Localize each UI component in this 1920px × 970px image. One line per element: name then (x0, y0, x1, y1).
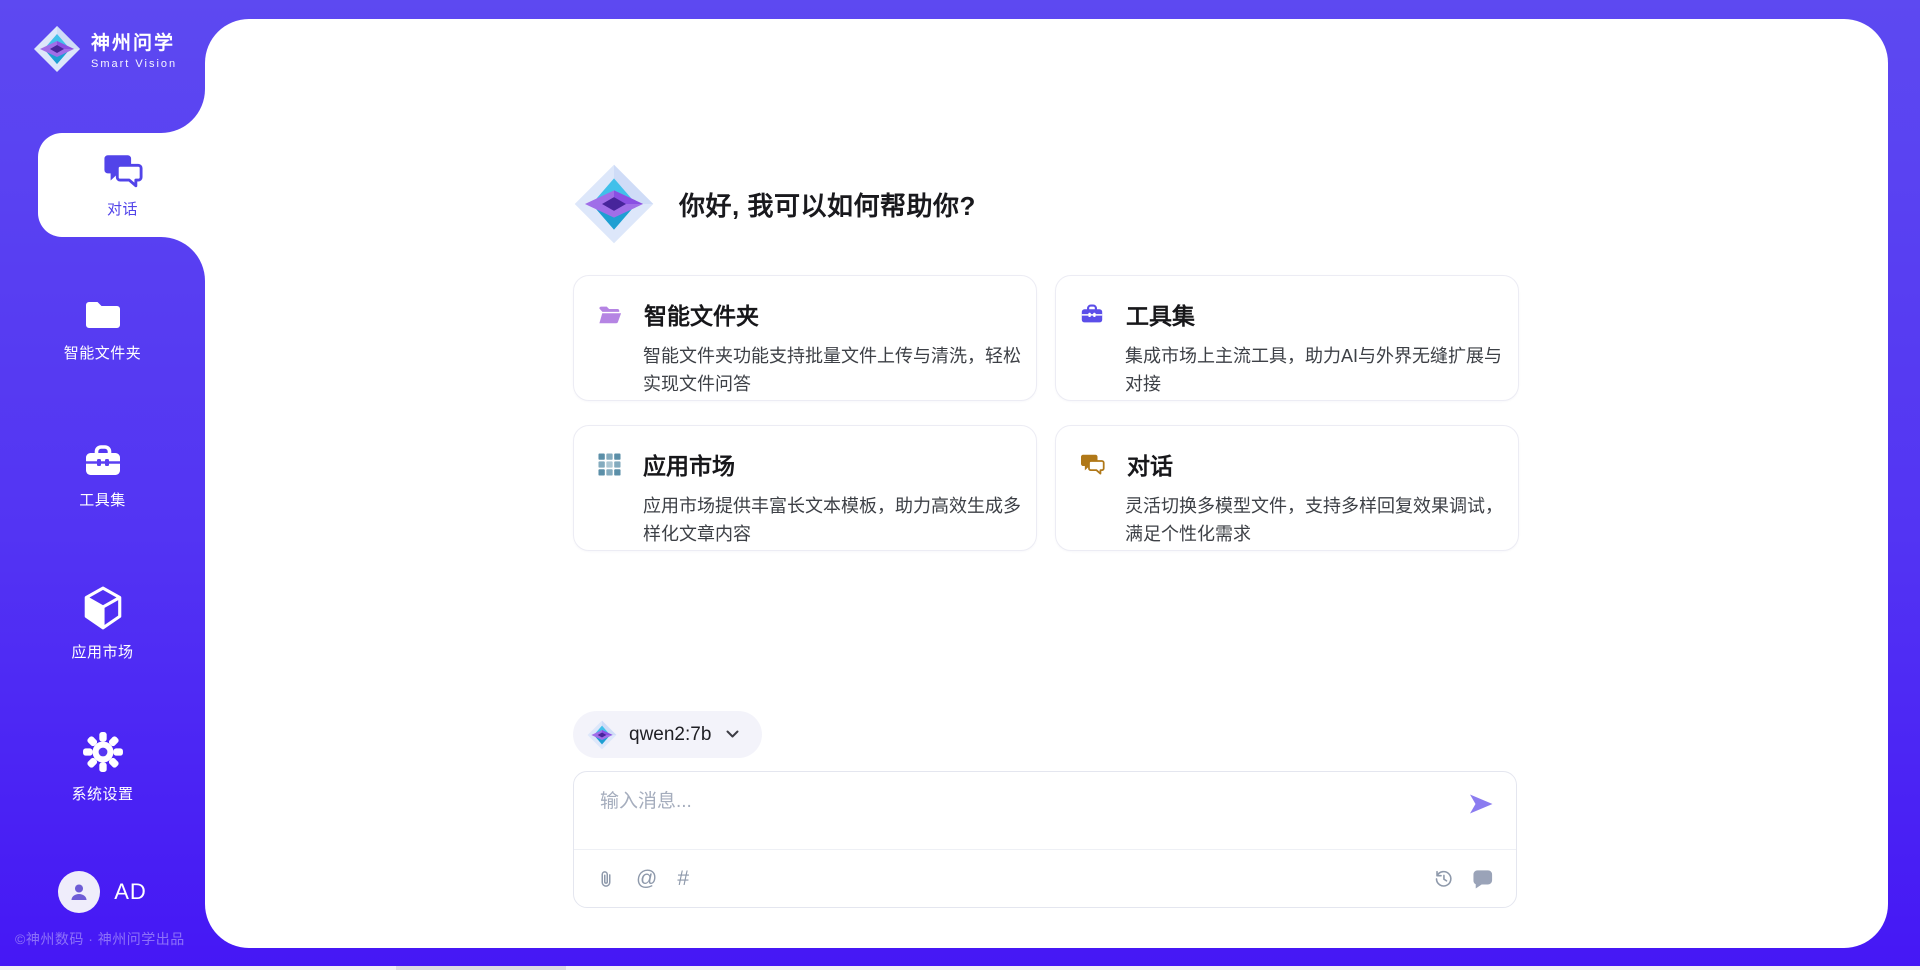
card-description: 应用市场提供丰富长文本模板，助力高效生成多 样化文章内容 (643, 492, 1039, 548)
model-selector[interactable]: qwen2:7b (573, 711, 762, 758)
user-profile[interactable]: AD (0, 871, 205, 913)
greeting: 你好, 我可以如何帮助你? (573, 163, 976, 245)
sidebar-item-label: 对话 (107, 198, 138, 219)
sidebar-item-label: 工具集 (79, 489, 126, 510)
card-title: 智能文件夹 (644, 297, 759, 331)
card-title: 工具集 (1126, 297, 1195, 331)
card-smart-folder[interactable]: 智能文件夹 智能文件夹功能支持批量文件上传与清洗，轻松 实现文件问答 (573, 275, 1037, 401)
card-description-line: 应用市场提供丰富长文本模板，助力高效生成多 (643, 492, 1039, 520)
hashtag-icon[interactable]: # (677, 868, 689, 889)
card-head: 应用市场 (598, 447, 1026, 481)
composer-toolbar: @ # (574, 849, 1516, 907)
card-chat[interactable]: 对话 灵活切换多模型文件，支持多样回复效果调试， 满足个性化需求 (1055, 425, 1519, 551)
active-tab-fillet-bottom (161, 237, 205, 281)
chat-bubbles-icon (1080, 453, 1105, 476)
card-app-market[interactable]: 应用市场 应用市场提供丰富长文本模板，助力高效生成多 样化文章内容 (573, 425, 1037, 551)
sidebar-item-smart-folder[interactable]: 智能文件夹 (0, 298, 205, 363)
grid-icon (598, 453, 621, 476)
attachment-icon[interactable] (596, 868, 616, 890)
brand-subtitle: Smart Vision (91, 58, 177, 70)
card-description-line: 灵活切换多模型文件，支持多样回复效果调试， (1125, 492, 1521, 520)
card-description-line: 对接 (1125, 370, 1521, 398)
cube-icon (82, 585, 124, 631)
sidebar-item-label: 系统设置 (71, 783, 133, 804)
brand: 神州问学 Smart Vision (33, 25, 177, 73)
card-description: 智能文件夹功能支持批量文件上传与清洗，轻松 实现文件问答 (643, 342, 1039, 398)
card-toolset[interactable]: 工具集 集成市场上主流工具，助力AI与外界无缝扩展与 对接 (1055, 275, 1519, 401)
card-description: 灵活切换多模型文件，支持多样回复效果调试， 满足个性化需求 (1125, 492, 1521, 548)
card-description-line: 集成市场上主流工具，助力AI与外界无缝扩展与 (1125, 342, 1521, 370)
card-description-line: 样化文章内容 (643, 520, 1039, 548)
brand-logo-icon (33, 25, 81, 73)
bottom-scrollbar-track[interactable] (0, 966, 1920, 970)
mention-icon[interactable]: @ (636, 868, 657, 889)
sidebar-item-chat[interactable]: 对话 (38, 133, 207, 237)
chat-bubbles-icon (103, 152, 143, 190)
sidebar: 神州问学 Smart Vision 对话 智能文件夹 工具集 (0, 0, 205, 970)
app-logo-icon (573, 163, 655, 245)
toolbox-icon (1080, 303, 1104, 325)
greeting-title: 你好, 我可以如何帮助你? (679, 186, 976, 223)
brand-text: 神州问学 Smart Vision (91, 28, 177, 70)
feature-cards: 智能文件夹 智能文件夹功能支持批量文件上传与清洗，轻松 实现文件问答 工具集 集… (573, 275, 1519, 551)
message-input[interactable] (598, 785, 1422, 819)
model-name: qwen2:7b (629, 724, 711, 746)
card-title: 对话 (1127, 447, 1173, 481)
send-icon[interactable] (1468, 792, 1494, 816)
gear-icon (82, 731, 124, 773)
card-head: 智能文件夹 (598, 297, 1026, 331)
folder-open-icon (598, 304, 622, 325)
avatar (58, 871, 100, 913)
history-icon[interactable] (1433, 868, 1454, 889)
message-composer: @ # (573, 771, 1517, 908)
sidebar-item-settings[interactable]: 系统设置 (0, 731, 205, 804)
card-head: 对话 (1080, 447, 1508, 481)
sidebar-item-label: 应用市场 (71, 641, 133, 662)
card-description-line: 实现文件问答 (643, 370, 1039, 398)
active-tab-fillet-top (161, 89, 205, 133)
chevron-down-icon (725, 730, 740, 739)
card-description-line: 智能文件夹功能支持批量文件上传与清洗，轻松 (643, 342, 1039, 370)
person-icon (67, 880, 91, 904)
sidebar-item-label: 智能文件夹 (64, 342, 142, 363)
bottom-scrollbar-thumb[interactable] (396, 966, 566, 970)
toolbox-icon (83, 443, 123, 479)
sidebar-item-toolset[interactable]: 工具集 (0, 443, 205, 510)
sidebar-footer: ©神州数码 · 神州问学出品 (15, 929, 205, 949)
brand-name: 神州问学 (91, 28, 177, 55)
sidebar-item-app-market[interactable]: 应用市场 (0, 585, 205, 662)
card-head: 工具集 (1080, 297, 1508, 331)
folder-icon (83, 298, 123, 332)
card-description: 集成市场上主流工具，助力AI与外界无缝扩展与 对接 (1125, 342, 1521, 398)
chat-bubble-icon[interactable] (1472, 869, 1494, 889)
user-name: AD (114, 879, 147, 905)
composer-right-tools (1433, 868, 1494, 889)
main-panel: 你好, 我可以如何帮助你? 智能文件夹 智能文件夹功能支持批量文件上传与清洗，轻… (205, 19, 1888, 948)
card-title: 应用市场 (643, 447, 735, 481)
model-logo-icon (587, 720, 617, 750)
card-description-line: 满足个性化需求 (1125, 520, 1521, 548)
